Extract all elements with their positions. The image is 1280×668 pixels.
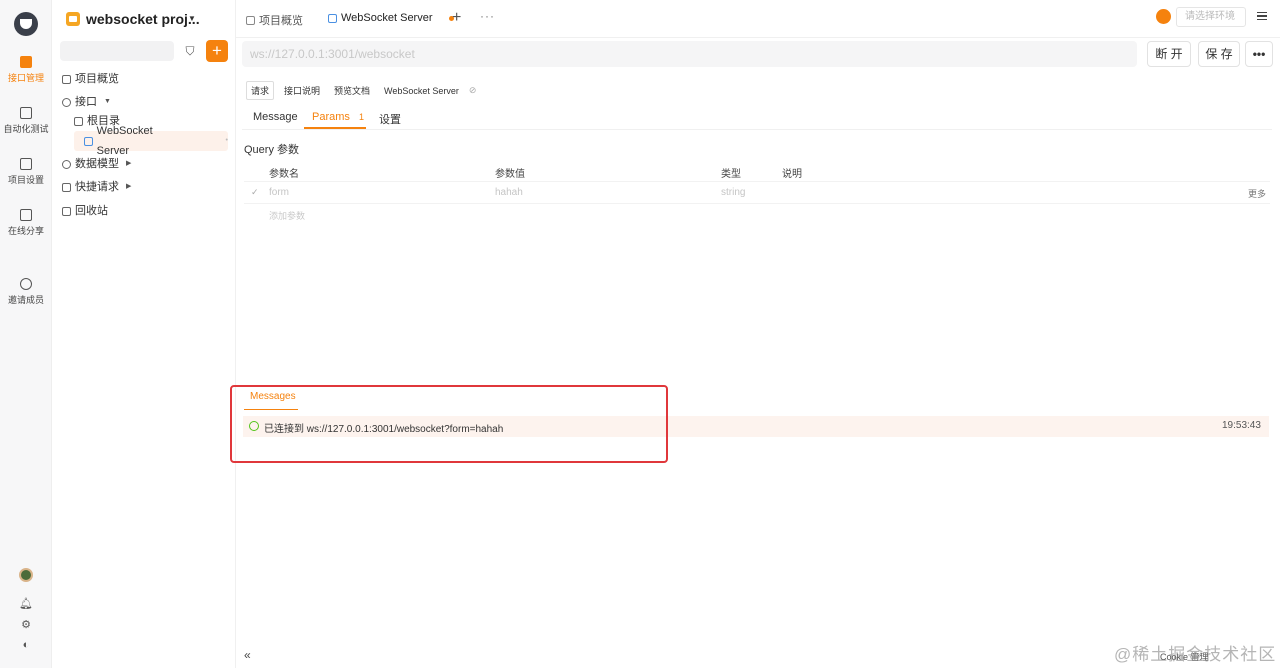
param-name-cell[interactable]: form <box>269 187 289 198</box>
column-header-name: 参数名 <box>269 169 299 180</box>
rail-item-label: 接口管理 <box>7 73 44 83</box>
project-sidebar: websocket proj... ▼ ⛉ + 项目概览 接口 ▼ 根目录 We… <box>52 0 236 668</box>
sub-tab-preview[interactable]: 预览文档 <box>330 82 374 99</box>
tab-bar: 项目概览 WebSocket Server + ··· 请选择环境 <box>236 0 1280 38</box>
doc-sub-tabs: 请求 接口说明 预览文档 WebSocket Server ⊘ <box>246 81 476 100</box>
bell-icon[interactable]: 🔔︎ <box>0 597 52 610</box>
tab-params-label: Params <box>312 111 350 123</box>
project-name: websocket proj... <box>86 11 200 27</box>
tree-item-data-model[interactable]: 数据模型 ▶ <box>62 154 131 174</box>
tab-label: 项目概览 <box>259 15 303 27</box>
overview-icon <box>62 74 71 84</box>
tree-item-trash[interactable]: 回收站 <box>62 201 108 221</box>
rail-item-label: 邀请成员 <box>7 295 44 305</box>
tree-item-label: 快捷请求 <box>75 181 119 193</box>
tab-message[interactable]: Message <box>253 111 298 123</box>
rail-item-api-management[interactable]: 接口管理 <box>0 56 52 84</box>
menu-icon[interactable] <box>1257 12 1267 20</box>
link-icon[interactable]: ⊘ <box>469 85 477 96</box>
chevron-right-icon[interactable]: ▶ <box>126 177 131 197</box>
sub-tab-request[interactable]: 请求 <box>246 81 275 100</box>
test-icon <box>20 107 32 119</box>
column-header-description: 说明 <box>782 169 802 180</box>
tree-item-label: 接口 <box>75 96 97 108</box>
settings-icon <box>20 158 32 170</box>
palette-icon[interactable]: ◐ <box>0 639 52 651</box>
api-icon <box>62 97 71 107</box>
overview-icon <box>246 15 255 25</box>
tree-item-label: 项目概览 <box>75 73 119 85</box>
active-tab-indicator <box>304 127 366 129</box>
request-icon <box>62 182 71 192</box>
column-header-type: 类型 <box>721 169 741 180</box>
rail-item-invite[interactable]: 邀请成员 <box>0 278 52 306</box>
tab-label: WebSocket Server <box>341 12 433 24</box>
environment-placeholder: 请选择环境 <box>1185 11 1235 22</box>
add-param-button[interactable]: 添加参数 <box>269 209 305 222</box>
table-divider <box>244 181 1270 182</box>
divider <box>242 129 1272 130</box>
app-logo-icon[interactable] <box>14 12 38 36</box>
websocket-icon <box>84 136 93 146</box>
project-icon <box>66 12 80 26</box>
add-button[interactable]: + <box>206 40 228 62</box>
rail-item-automation[interactable]: 自动化测试 <box>0 107 52 135</box>
left-rail: 接口管理 自动化测试 项目设置 在线分享 邀请成员 🔔︎ ⚙ ◐ <box>0 0 52 668</box>
share-icon <box>20 209 32 221</box>
table-divider <box>244 203 1270 204</box>
chevron-right-icon[interactable]: ▶ <box>126 154 131 174</box>
sub-tab-description[interactable]: 接口说明 <box>280 82 324 99</box>
tree-item-label: 数据模型 <box>75 158 119 170</box>
rail-item-label: 在线分享 <box>7 226 44 236</box>
tab-settings[interactable]: 设置 <box>379 111 401 127</box>
more-link[interactable]: 更多 <box>1248 187 1266 200</box>
environment-icon[interactable] <box>1156 9 1171 24</box>
api-icon <box>20 56 32 68</box>
disconnect-button[interactable]: 断 开 <box>1147 41 1191 67</box>
folder-icon <box>74 116 83 126</box>
param-type-cell[interactable]: string <box>721 187 745 198</box>
rail-item-label: 项目设置 <box>7 175 44 185</box>
tab-overview[interactable]: 项目概览 <box>246 12 303 28</box>
environment-select[interactable]: 请选择环境 <box>1176 7 1246 27</box>
params-count-badge: 1 <box>358 112 364 122</box>
endpoint-name: WebSocket Server <box>384 85 459 96</box>
avatar[interactable] <box>19 568 33 582</box>
watermark: @稀土掘金技术社区 <box>1114 645 1277 664</box>
url-value: ws://127.0.0.1:3001/websocket <box>250 47 415 61</box>
project-switcher[interactable]: websocket proj... <box>66 11 200 27</box>
tree-item-quick-request[interactable]: 快捷请求 ▶ <box>62 177 131 197</box>
column-header-value: 参数值 <box>495 169 525 180</box>
tab-params[interactable]: Params 1 <box>312 111 364 123</box>
tree-item-api[interactable]: 接口 ▼ <box>62 92 111 112</box>
message-timestamp: 19:53:43 <box>1222 420 1261 431</box>
rail-item-label: 自动化测试 <box>3 124 49 134</box>
more-icon[interactable]: • <box>226 131 228 151</box>
chevron-down-icon[interactable]: ▼ <box>188 14 196 23</box>
trash-icon <box>62 206 71 216</box>
model-icon <box>62 159 71 169</box>
more-tabs-icon[interactable]: ··· <box>480 9 495 23</box>
user-icon <box>20 278 32 290</box>
save-button[interactable]: 保 存 <box>1198 41 1240 67</box>
websocket-icon <box>328 13 337 23</box>
tree-item-overview[interactable]: 项目概览 <box>62 69 119 89</box>
checkbox-icon[interactable]: ✓ <box>251 187 259 198</box>
more-actions-button[interactable]: ••• <box>1245 41 1273 67</box>
chevron-down-icon[interactable]: ▼ <box>104 92 111 112</box>
add-tab-icon[interactable]: + <box>452 9 461 27</box>
tree-item-label: 回收站 <box>75 205 108 217</box>
gear-icon[interactable]: ⚙ <box>0 618 52 631</box>
tab-websocket-server[interactable]: WebSocket Server <box>328 12 454 24</box>
tree-item-websocket-server[interactable]: WebSocket Server • <box>74 125 228 157</box>
highlight-annotation <box>230 385 668 463</box>
collapse-sidebar-button[interactable]: « <box>244 648 251 662</box>
url-input[interactable]: ws://127.0.0.1:3001/websocket <box>242 41 1137 67</box>
rail-item-share[interactable]: 在线分享 <box>0 209 52 237</box>
filter-icon[interactable]: ⛉ <box>180 41 200 61</box>
param-value-cell[interactable]: hahah <box>495 187 523 198</box>
search-input[interactable] <box>60 41 174 61</box>
rail-item-project-settings[interactable]: 项目设置 <box>0 158 52 186</box>
query-params-title: Query 参数 <box>244 144 300 156</box>
